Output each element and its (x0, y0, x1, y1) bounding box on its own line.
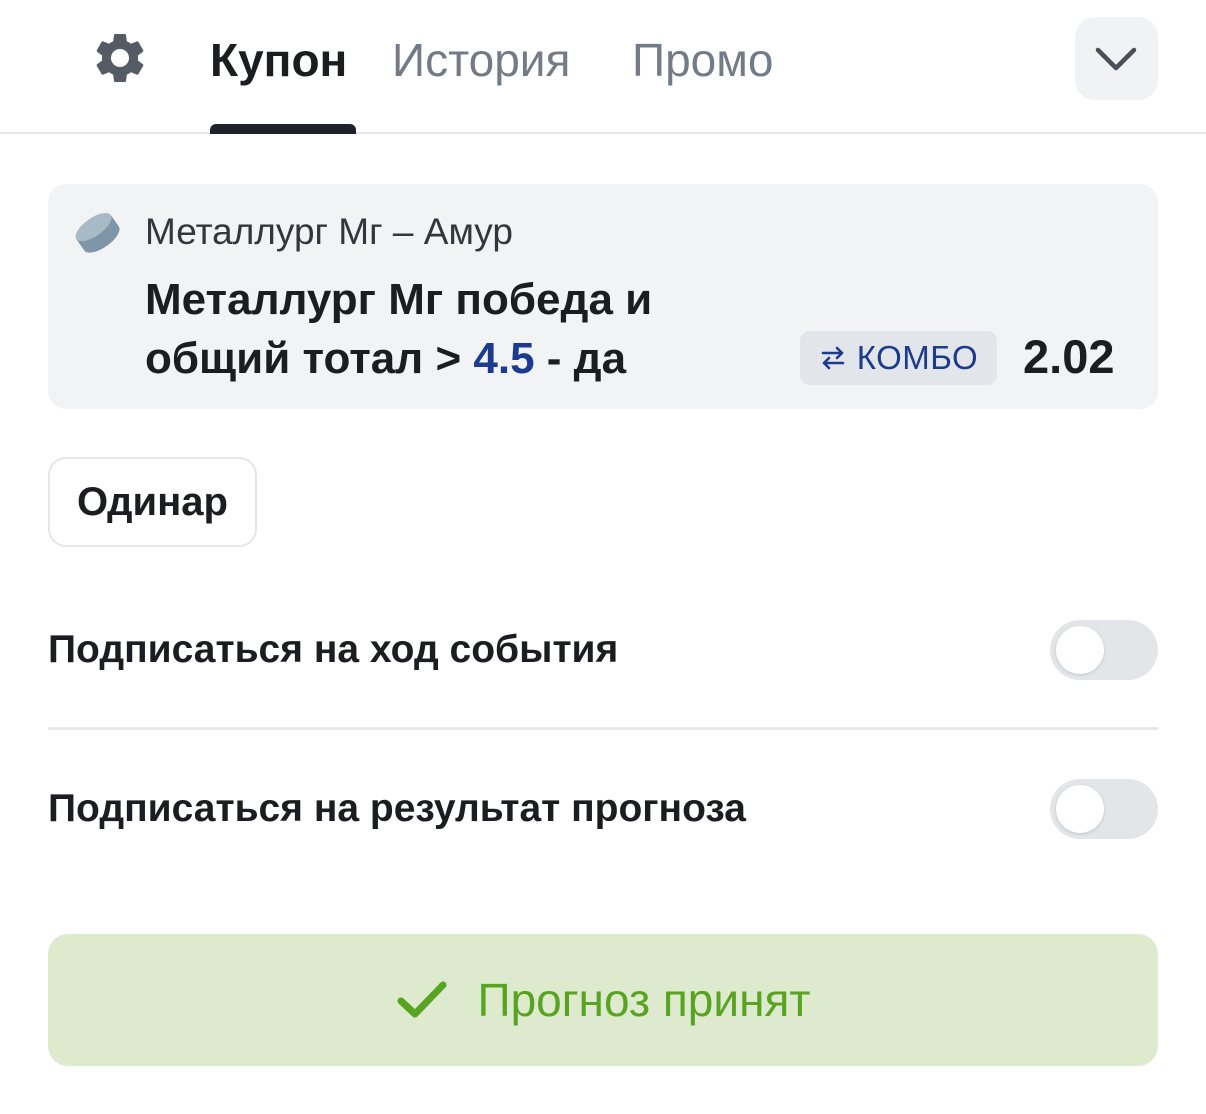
tab-coupon[interactable]: Купон (210, 30, 347, 90)
subscribe-event-row: Подписаться на ход события (48, 610, 1158, 690)
bet-card: Металлург Мг – Амур Металлург Мг победа … (48, 184, 1158, 409)
toggle-knob (1056, 785, 1104, 833)
divider (48, 727, 1158, 730)
check-icon (397, 981, 447, 1018)
hockey-puck-icon (70, 208, 124, 256)
subscribe-event-toggle[interactable] (1050, 620, 1158, 680)
bet-accepted-label: Прогноз принят (477, 974, 811, 1026)
toggle-knob (1056, 626, 1104, 674)
subscribe-result-row: Подписаться на результат прогноза (48, 769, 1158, 849)
subscribe-result-label: Подписаться на результат прогноза (48, 787, 746, 830)
market-total-value: 4.5 (473, 334, 535, 383)
bet-type-single-button[interactable]: Одинар (48, 457, 257, 547)
tab-promo[interactable]: Промо (632, 30, 773, 90)
combo-label: КОМБО (856, 339, 979, 376)
chevron-down-icon (1095, 47, 1137, 71)
subscribe-event-label: Подписаться на ход события (48, 628, 619, 671)
bet-accepted-status: Прогноз принят (48, 934, 1158, 1066)
market-line-2: общий тотал > 4.5 - да (145, 329, 785, 388)
market-line-2-prefix: общий тотал > (145, 334, 474, 383)
event-name: Металлург Мг – Амур (145, 211, 513, 252)
tab-history[interactable]: История (392, 30, 570, 90)
swap-arrows-icon (821, 346, 845, 370)
market-description: Металлург Мг победа и общий тотал > 4.5 … (145, 270, 785, 388)
collapse-button[interactable] (1075, 17, 1158, 100)
active-tab-indicator (210, 124, 356, 134)
gear-icon[interactable] (90, 28, 150, 88)
bet-odds: 2.02 (1023, 330, 1115, 383)
market-line-1: Металлург Мг победа и (145, 275, 653, 324)
market-line-2-suffix: - да (534, 334, 627, 383)
combo-badge: КОМБО (800, 331, 997, 385)
coupon-header: Купон История Промо (0, 0, 1206, 134)
subscribe-result-toggle[interactable] (1050, 779, 1158, 839)
